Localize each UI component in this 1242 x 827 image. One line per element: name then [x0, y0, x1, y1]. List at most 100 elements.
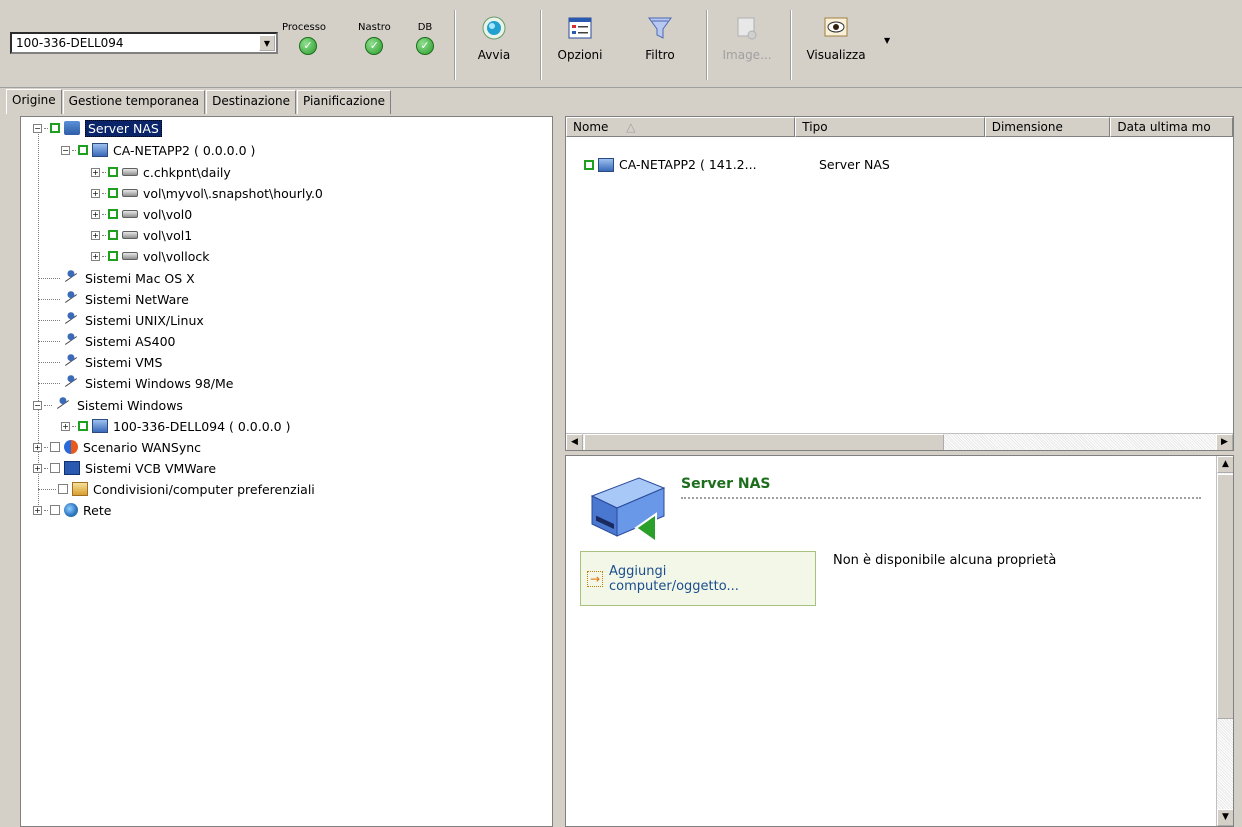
tree-item-label: Rete: [83, 502, 112, 518]
collapse-icon[interactable]: −: [33, 123, 42, 133]
start-icon: [482, 16, 506, 40]
expand-icon[interactable]: +: [33, 505, 42, 515]
tree-item-as400[interactable]: Sistemi AS400: [38, 331, 175, 351]
volume-icon: [122, 231, 138, 239]
source-tree[interactable]: − Server NAS − CA-NETAPP2 ( 0.0.0.0 ) + …: [20, 116, 553, 827]
status-nastro-label: Nastro: [358, 22, 391, 33]
tree-item-unix[interactable]: Sistemi UNIX/Linux: [38, 310, 204, 330]
expand-icon[interactable]: +: [91, 251, 100, 261]
globe-icon: [64, 503, 78, 517]
expand-icon[interactable]: +: [61, 421, 70, 431]
file-list[interactable]: Nome △ Tipo Dimensione Data ultima mo CA…: [565, 116, 1234, 451]
tab-pianificazione[interactable]: Pianificazione: [296, 90, 392, 114]
scroll-right-icon[interactable]: ▶: [1216, 434, 1233, 450]
pane-splitter[interactable]: [555, 116, 563, 827]
arrow-right-icon: →: [587, 570, 603, 587]
checkbox-icon[interactable]: [108, 167, 118, 177]
expand-icon[interactable]: +: [33, 442, 42, 452]
opzioni-button[interactable]: Opzioni: [552, 14, 608, 62]
tab-destinazione[interactable]: Destinazione: [206, 90, 296, 114]
tree-item-netware[interactable]: Sistemi NetWare: [38, 289, 189, 309]
toolbar: 100-336-DELL094 ▼ Processo ✓ Nastro ✓ DB…: [0, 0, 1242, 88]
scroll-left-icon[interactable]: ◀: [566, 434, 583, 450]
tree-item-volume[interactable]: + vol\vol1: [91, 225, 192, 245]
tree-item-vms[interactable]: Sistemi VMS: [38, 352, 162, 372]
volume-icon: [122, 168, 138, 176]
network-systems-icon: [62, 311, 80, 327]
column-data[interactable]: Data ultima mo: [1110, 117, 1233, 137]
tab-gestione-temporanea[interactable]: Gestione temporanea: [62, 90, 206, 114]
tree-item-volume[interactable]: + vol\vol0: [91, 204, 192, 224]
checkbox-icon[interactable]: [50, 442, 60, 452]
expand-icon[interactable]: +: [91, 209, 100, 219]
scroll-up-icon[interactable]: ▲: [1217, 456, 1233, 473]
image-button[interactable]: Image...: [714, 14, 780, 62]
scroll-down-icon[interactable]: ▼: [1217, 809, 1233, 826]
checkbox-icon[interactable]: [58, 484, 68, 494]
tree-item-win98[interactable]: Sistemi Windows 98/Me: [38, 373, 234, 393]
tree-item-netapp[interactable]: − CA-NETAPP2 ( 0.0.0.0 ): [61, 140, 255, 160]
server-icon: [92, 419, 108, 433]
options-icon: [568, 17, 592, 39]
avvia-button[interactable]: Avvia: [470, 14, 518, 62]
toolbar-separator: [706, 10, 708, 80]
status-processo-label: Processo: [282, 22, 327, 33]
expand-icon[interactable]: +: [91, 167, 100, 177]
checkbox-icon[interactable]: [108, 188, 118, 198]
column-tipo[interactable]: Tipo: [795, 117, 985, 137]
tree-item-label: Sistemi AS400: [85, 333, 176, 349]
nas-server-icon: [64, 121, 80, 135]
detail-title: Server NAS: [681, 476, 771, 492]
checkbox-icon[interactable]: [108, 209, 118, 219]
expand-icon[interactable]: +: [91, 188, 100, 198]
tree-item-vmware[interactable]: + Sistemi VCB VMWare: [33, 458, 216, 478]
checkbox-icon[interactable]: [78, 421, 88, 431]
tree-item-mac[interactable]: Sistemi Mac OS X: [38, 268, 195, 288]
tree-item-label: 100-336-DELL094 ( 0.0.0.0 ): [113, 418, 291, 434]
scrollbar-thumb[interactable]: [1217, 474, 1233, 719]
checkbox-icon[interactable]: [50, 463, 60, 473]
tree-item-volume[interactable]: + c.chkpnt\daily: [91, 162, 231, 182]
tree-item-shares[interactable]: Condivisioni/computer preferenziali: [38, 479, 315, 499]
tree-item-windows[interactable]: − Sistemi Windows: [33, 395, 183, 415]
list-item-name: CA-NETAPP2 ( 141.2...: [619, 157, 757, 172]
list-item[interactable]: CA-NETAPP2 ( 141.2... Server NAS: [584, 157, 890, 172]
tree-item-rete[interactable]: + Rete: [33, 500, 111, 520]
vertical-scrollbar[interactable]: ▲ ▼: [1216, 456, 1233, 826]
expand-icon[interactable]: +: [91, 230, 100, 240]
tree-item-windows-host[interactable]: + 100-336-DELL094 ( 0.0.0.0 ): [61, 416, 290, 436]
chevron-down-icon[interactable]: ▼: [259, 35, 275, 51]
tree-item-server-nas[interactable]: − Server NAS: [33, 118, 162, 138]
tree-item-wansync[interactable]: + Scenario WANSync: [33, 437, 201, 457]
server-select[interactable]: 100-336-DELL094 ▼: [10, 32, 278, 54]
tree-item-label: Sistemi Mac OS X: [85, 270, 195, 286]
checkbox-icon[interactable]: [50, 505, 60, 515]
tree-item-label: vol\vollock: [143, 248, 210, 264]
tab-origine[interactable]: Origine: [6, 89, 62, 114]
checkbox-icon[interactable]: [108, 251, 118, 261]
sort-asc-icon: △: [626, 120, 636, 134]
checkbox-icon[interactable]: [78, 145, 88, 155]
expand-icon[interactable]: +: [33, 463, 42, 473]
network-systems-icon: [62, 374, 80, 390]
add-computer-label: Aggiungi computer/oggetto...: [609, 563, 739, 594]
tree-item-label: Sistemi Windows 98/Me: [85, 375, 234, 391]
visualizza-button[interactable]: Visualizza: [798, 14, 874, 62]
visualizza-dropdown-icon[interactable]: ▼: [884, 36, 890, 45]
checkbox-icon[interactable]: [584, 159, 594, 170]
checkbox-icon[interactable]: [50, 123, 60, 133]
column-dimensione[interactable]: Dimensione: [984, 117, 1111, 137]
filtro-button[interactable]: Filtro: [636, 14, 684, 62]
add-computer-button[interactable]: → Aggiungi computer/oggetto...: [580, 551, 816, 606]
check-ok-icon: ✓: [416, 37, 434, 55]
horizontal-scrollbar[interactable]: ◀ ▶: [566, 433, 1233, 450]
checkbox-icon[interactable]: [108, 230, 118, 240]
tree-item-volume[interactable]: + vol\myvol\.snapshot\hourly.0: [91, 183, 323, 203]
column-nome[interactable]: Nome △: [566, 117, 796, 137]
collapse-icon[interactable]: −: [61, 145, 70, 155]
scrollbar-thumb[interactable]: [584, 434, 944, 450]
server-select-value: 100-336-DELL094: [16, 36, 124, 50]
collapse-icon[interactable]: −: [33, 400, 42, 410]
tree-item-volume[interactable]: + vol\vollock: [91, 246, 209, 266]
eye-icon: [824, 17, 848, 37]
